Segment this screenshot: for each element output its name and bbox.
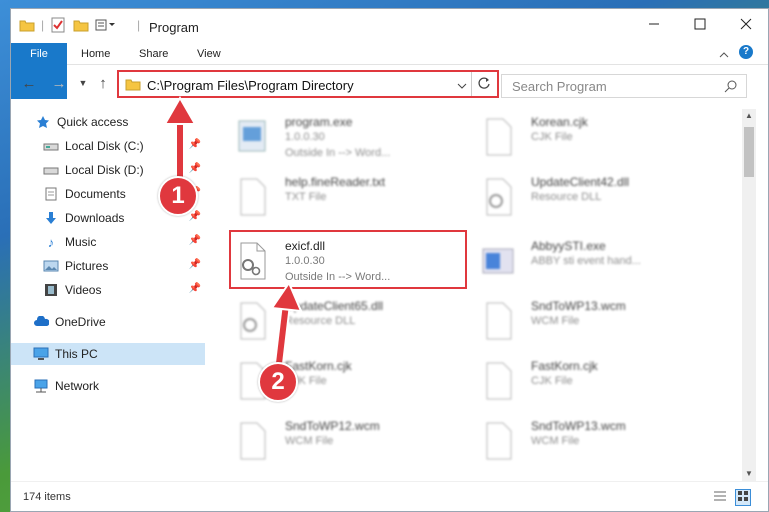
arrow-2 bbox=[270, 280, 303, 373]
callout-arrows bbox=[163, 95, 303, 373]
callout-badge-2: 2 bbox=[258, 362, 298, 402]
callout-badge-1: 1 bbox=[158, 176, 198, 216]
